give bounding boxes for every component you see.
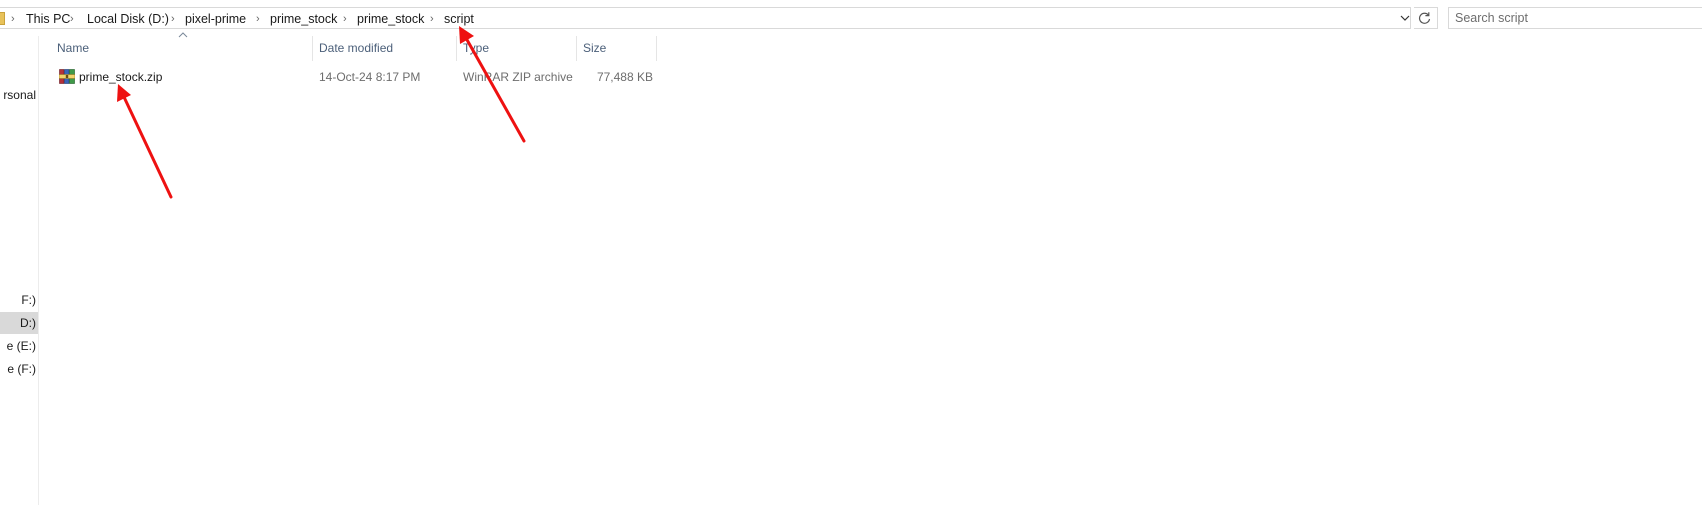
annotation-arrow	[117, 84, 173, 199]
file-row[interactable]: prime_stock.zip 14-Oct-24 8:17 PM WinRAR…	[54, 66, 658, 88]
breadcrumb-pixel-prime[interactable]: pixel-prime	[185, 11, 246, 27]
chevron-right-icon[interactable]: ›	[70, 11, 74, 27]
nav-item-drive-e[interactable]: e (E:)	[0, 335, 38, 357]
chevron-right-icon[interactable]: ›	[343, 11, 347, 27]
nav-item-drive-d[interactable]: D:)	[0, 312, 38, 334]
refresh-button[interactable]	[1414, 7, 1438, 29]
breadcrumb-local-disk[interactable]: Local Disk (D:)	[87, 11, 169, 27]
search-input[interactable]	[1449, 8, 1702, 28]
address-bar[interactable]: › This PC › Local Disk (D:) › pixel-prim…	[0, 7, 1411, 29]
column-header-name[interactable]: Name	[57, 36, 89, 61]
chevron-right-icon[interactable]: ›	[11, 11, 15, 27]
nav-item-drive-f[interactable]: e (F:)	[0, 358, 38, 380]
chevron-down-icon	[1400, 15, 1410, 21]
chevron-right-icon[interactable]: ›	[430, 11, 434, 27]
address-toolbar: › This PC › Local Disk (D:) › pixel-prim…	[0, 0, 1702, 36]
navigation-pane: rsonal F:) D:) e (E:) e (F:)	[0, 36, 39, 505]
breadcrumb-prime-stock-1[interactable]: prime_stock	[270, 11, 337, 27]
column-header-date-modified[interactable]: Date modified	[319, 36, 393, 61]
refresh-icon	[1418, 12, 1431, 24]
nav-item-drive-c[interactable]: F:)	[0, 289, 38, 311]
search-box[interactable]	[1448, 7, 1702, 29]
folder-icon	[0, 12, 5, 25]
breadcrumb-prime-stock-2[interactable]: prime_stock	[357, 11, 424, 27]
chevron-right-icon[interactable]: ›	[256, 11, 260, 27]
winrar-archive-icon	[59, 69, 75, 84]
column-divider[interactable]	[456, 36, 457, 61]
breadcrumb-script[interactable]: script	[444, 11, 474, 27]
column-divider[interactable]	[576, 36, 577, 61]
file-type: WinRAR ZIP archive	[463, 70, 573, 84]
breadcrumb-this-pc[interactable]: This PC	[26, 11, 70, 27]
column-header-size[interactable]: Size	[583, 36, 606, 61]
nav-item-personal[interactable]: rsonal	[0, 84, 38, 106]
chevron-right-icon[interactable]: ›	[171, 11, 175, 27]
file-date-modified: 14-Oct-24 8:17 PM	[319, 70, 421, 84]
column-header-type[interactable]: Type	[463, 36, 489, 61]
column-divider[interactable]	[312, 36, 313, 61]
address-history-dropdown[interactable]	[1398, 8, 1412, 28]
file-size: 77,488 KB	[596, 70, 653, 84]
file-name[interactable]: prime_stock.zip	[79, 66, 162, 88]
sort-ascending-icon	[178, 32, 188, 38]
column-divider[interactable]	[656, 36, 657, 61]
